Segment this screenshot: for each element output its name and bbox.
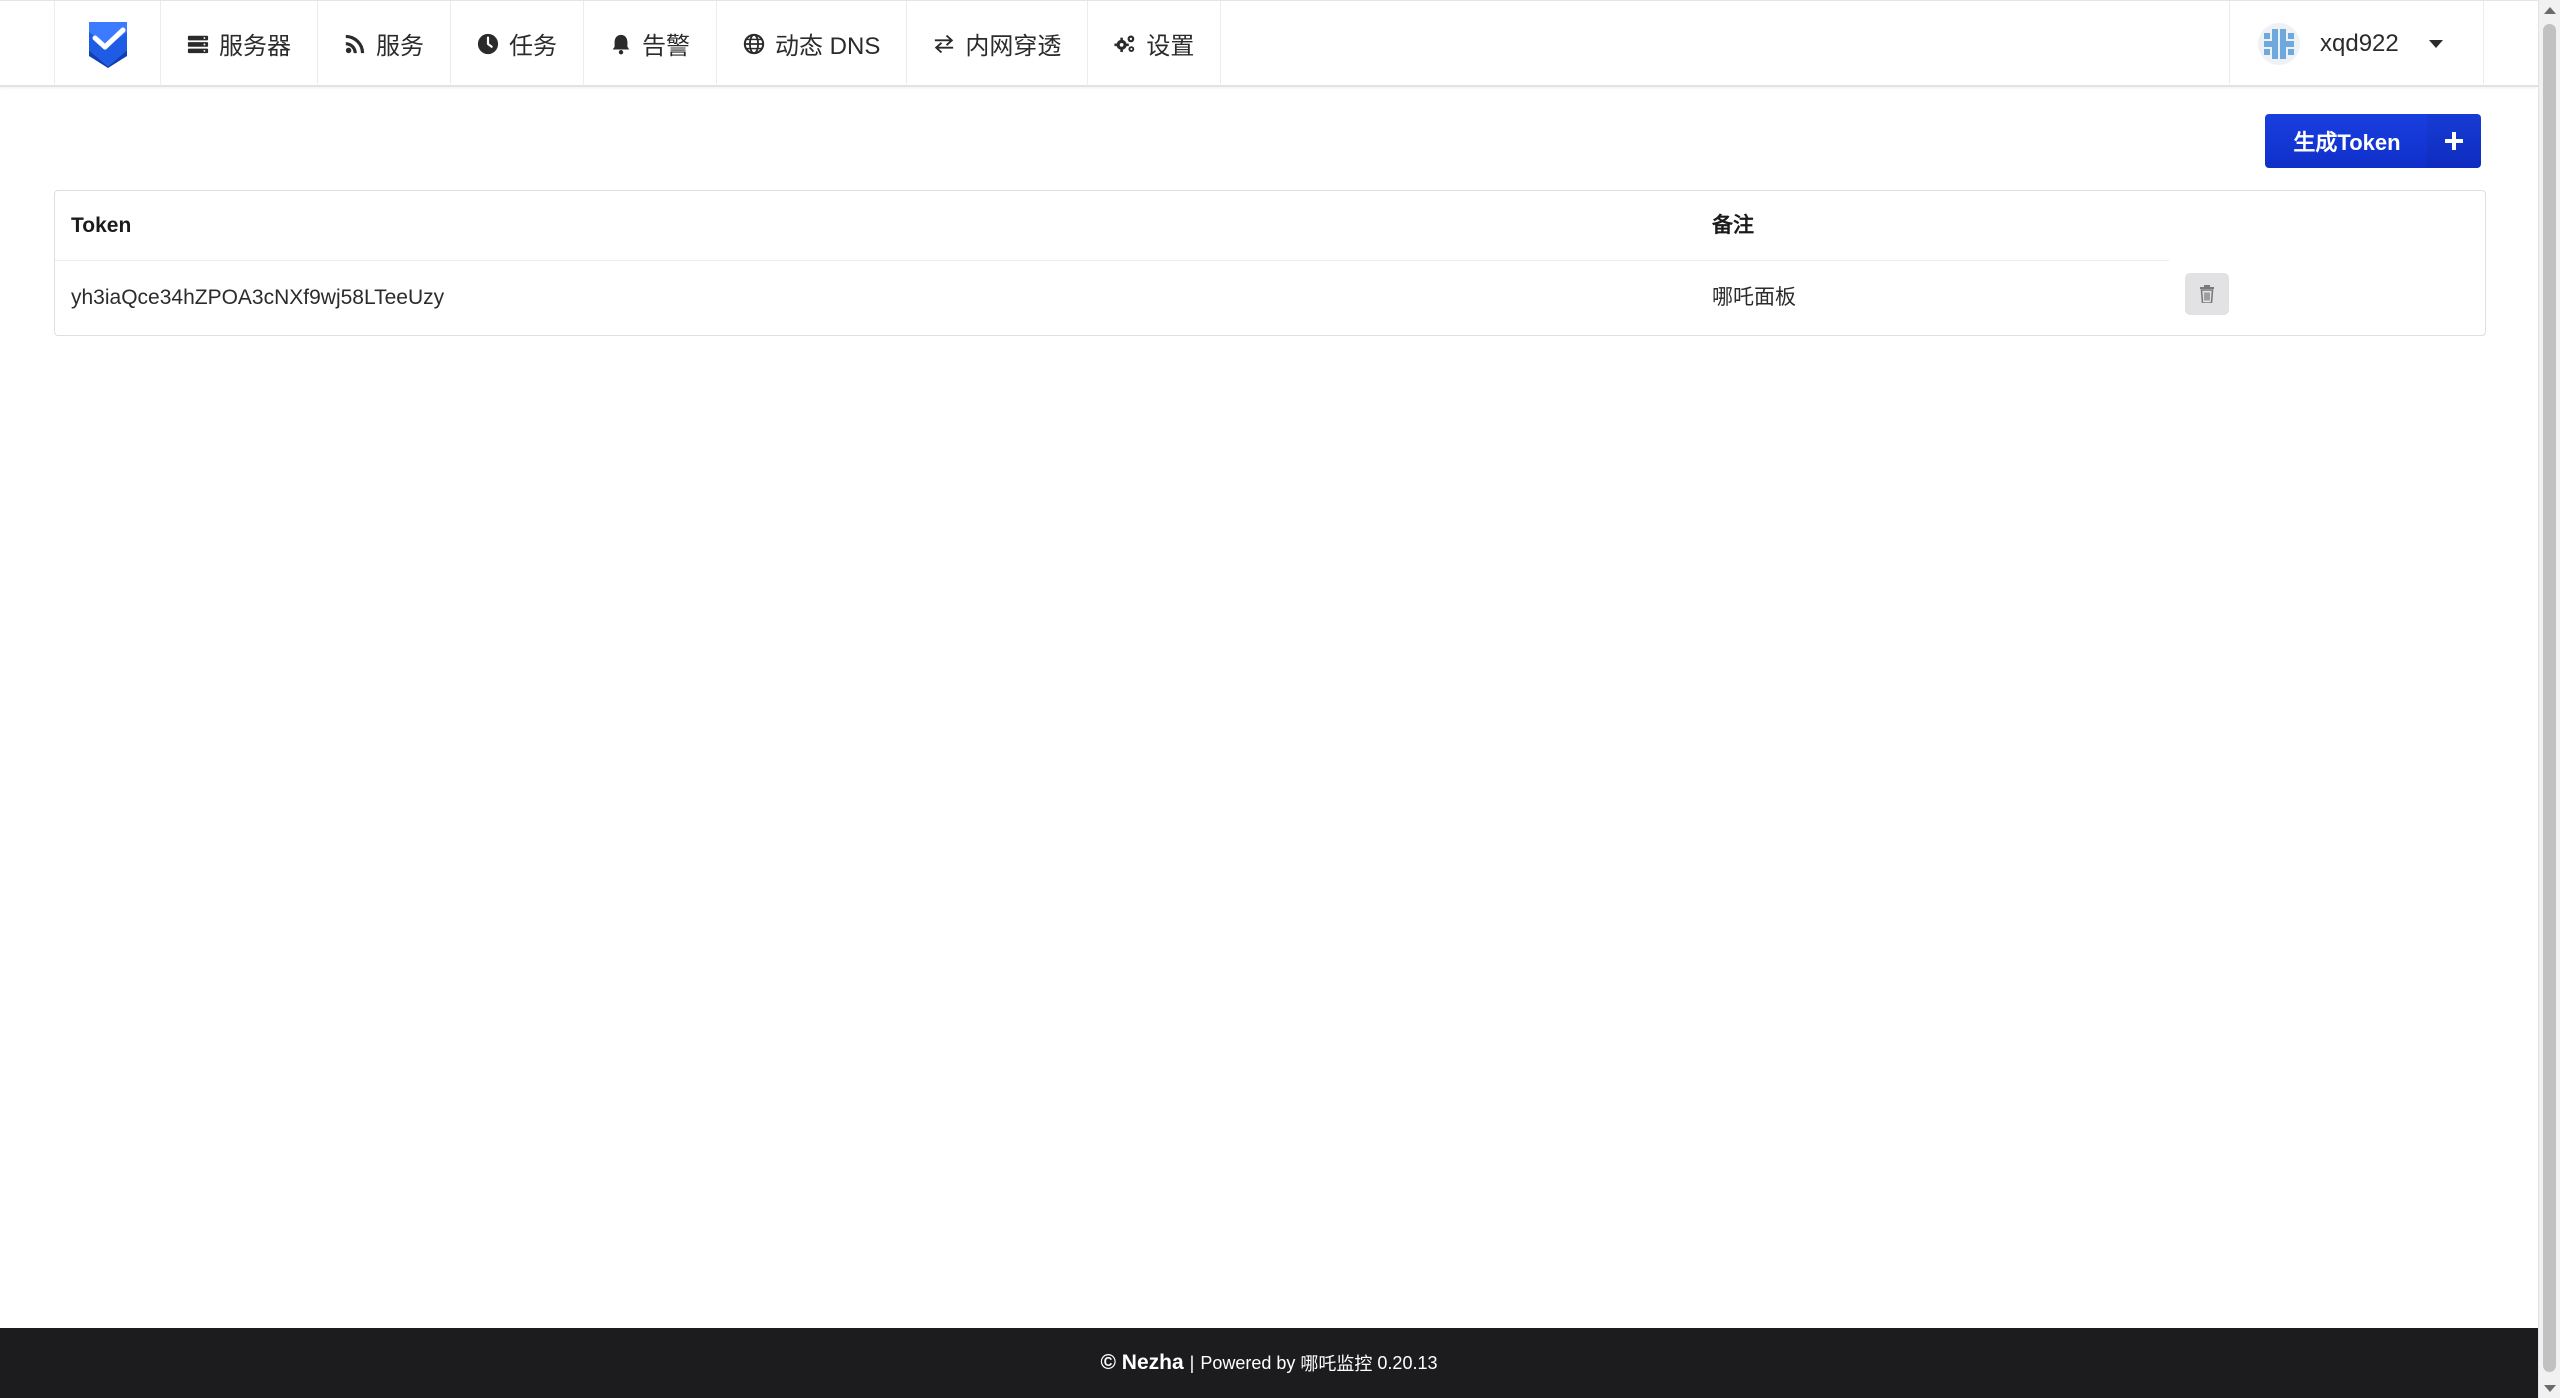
server-icon — [187, 35, 209, 53]
chevron-down-icon — [2428, 39, 2443, 48]
avatar — [2258, 22, 2300, 65]
nav-item-alerts[interactable]: 告警 — [584, 1, 717, 86]
delete-token-button[interactable] — [2185, 273, 2229, 315]
note-value: 哪吒面板 — [1712, 286, 1796, 309]
nav-item-services[interactable]: 服务 — [318, 1, 451, 86]
footer-separator: | — [1189, 1352, 1195, 1373]
cogs-icon — [1114, 35, 1135, 52]
scroll-up-icon[interactable] — [2544, 7, 2556, 14]
column-header-note: 备注 — [1712, 214, 1754, 237]
nav-item-servers[interactable]: 服务器 — [161, 1, 318, 86]
trash-icon — [2200, 285, 2214, 303]
username: xqd922 — [2320, 29, 2399, 57]
page-scrollbar[interactable] — [2538, 0, 2560, 1398]
avatar-identicon — [2258, 22, 2300, 65]
nav-item-label: 动态 DNS — [775, 33, 881, 60]
generate-token-label: 生成Token — [2293, 130, 2401, 155]
token-table: Token 备注 yh3iaQce34hZPOA3cNXf9wj58LTeeUz… — [54, 190, 2486, 336]
globe-icon — [743, 33, 765, 54]
nav-item-label: 任务 — [509, 33, 557, 60]
scroll-down-icon[interactable] — [2544, 1385, 2556, 1392]
scroll-thumb[interactable] — [2543, 24, 2556, 1372]
nav-item-label: 服务 — [376, 33, 424, 60]
nav-item-ddns[interactable]: 动态 DNS — [717, 1, 908, 86]
generate-token-button[interactable]: 生成Token — [2265, 114, 2481, 168]
footer-version: 0.20.13 — [1377, 1352, 1438, 1373]
nav-item-settings[interactable]: 设置 — [1088, 1, 1222, 86]
top-navbar: 服务器 服务 任务 告警 动态 DNS 内网穿透 设置 xqd922 — [0, 0, 2538, 87]
nav-item-tasks[interactable]: 任务 — [451, 1, 584, 86]
nav-item-label: 告警 — [642, 33, 690, 60]
footer: © Nezha | Powered by 哪吒监控 0.20.13 — [0, 1328, 2538, 1398]
nezha-logo-icon — [88, 21, 127, 68]
plus-icon — [2427, 114, 2481, 168]
exchange-icon — [935, 34, 954, 53]
nav-item-label: 设置 — [1146, 33, 1195, 60]
nav-item-label: 内网穿透 — [965, 33, 1062, 60]
token-value: yh3iaQce34hZPOA3cNXf9wj58LTeeUzy — [71, 286, 445, 309]
clock-icon — [477, 33, 499, 54]
nav-menu: 服务器 服务 任务 告警 动态 DNS 内网穿透 设置 — [54, 1, 1222, 86]
nav-item-label: 服务器 — [219, 33, 291, 60]
user-menu[interactable]: xqd922 — [2229, 1, 2484, 86]
footer-brand: © Nezha — [1100, 1351, 1184, 1374]
column-header-token: Token — [71, 214, 132, 237]
bell-icon — [612, 34, 630, 54]
footer-powered-by: Powered by — [1200, 1352, 1296, 1373]
rss-icon — [345, 34, 365, 53]
logo[interactable] — [54, 1, 161, 86]
nav-item-tunnel[interactable]: 内网穿透 — [907, 1, 1089, 86]
footer-product-link[interactable]: 哪吒监控 — [1300, 1350, 1372, 1376]
